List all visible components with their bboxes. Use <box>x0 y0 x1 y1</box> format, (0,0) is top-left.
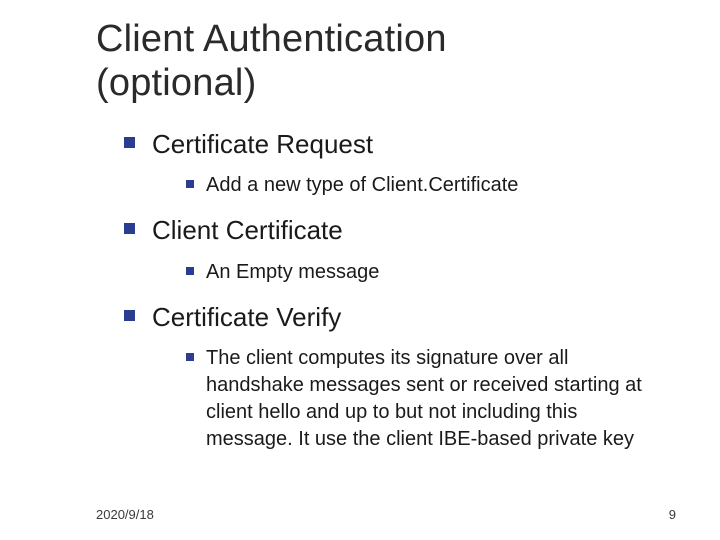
square-bullet-icon <box>186 353 194 361</box>
square-bullet-icon <box>124 137 135 148</box>
sub-list-item-text: Add a new type of Client.Certificate <box>206 174 518 196</box>
footer-date: 2020/9/18 <box>96 507 154 522</box>
sub-list-item: An Empty message <box>186 259 660 286</box>
sub-list-item: Add a new type of Client.Certificate <box>186 172 660 199</box>
footer-page-number: 9 <box>669 507 676 522</box>
square-bullet-icon <box>186 180 194 188</box>
square-bullet-icon <box>186 267 194 275</box>
sub-list: An Empty message <box>186 259 660 286</box>
sub-list-item-text: An Empty message <box>206 261 379 283</box>
sub-list-item: The client computes its signature over a… <box>186 345 660 453</box>
bullet-list: Certificate Request Add a new type of Cl… <box>124 127 660 452</box>
title-line-1: Client Authentication <box>96 18 447 60</box>
slide: Client Authentication (optional) Certifi… <box>0 0 720 540</box>
slide-title: Client Authentication (optional) <box>96 18 660 105</box>
square-bullet-icon <box>124 223 135 234</box>
list-item: Client Certificate An Empty message <box>124 213 660 285</box>
list-item: Certificate Verify The client computes i… <box>124 300 660 453</box>
title-line-2: (optional) <box>96 62 256 104</box>
sub-list: The client computes its signature over a… <box>186 345 660 453</box>
list-item: Certificate Request Add a new type of Cl… <box>124 127 660 199</box>
list-item-label: Certificate Request <box>152 129 373 159</box>
square-bullet-icon <box>124 310 135 321</box>
list-item-label: Client Certificate <box>152 215 343 245</box>
sub-list-item-text: The client computes its signature over a… <box>206 347 642 450</box>
sub-list: Add a new type of Client.Certificate <box>186 172 660 199</box>
list-item-label: Certificate Verify <box>152 302 341 332</box>
